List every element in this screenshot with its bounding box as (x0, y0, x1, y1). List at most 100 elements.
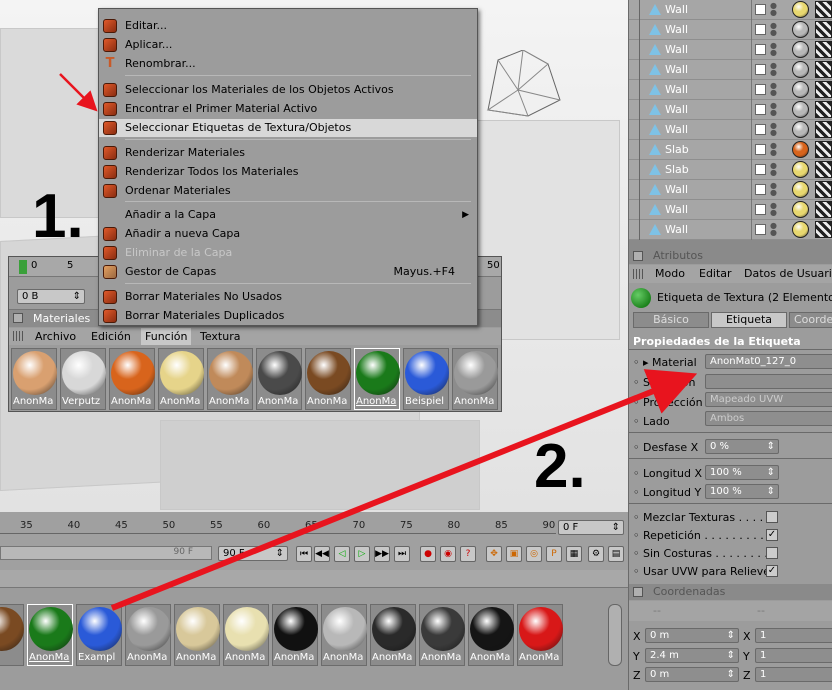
move-key-button[interactable]: ✥ (486, 546, 502, 562)
object-visibility-toggle[interactable] (755, 24, 766, 35)
render-dots-icon[interactable]: ● ● (770, 22, 777, 37)
object-row[interactable]: Wall ● ● (629, 20, 832, 40)
material-swatch[interactable]: AnonMa (419, 604, 465, 666)
material-swatch[interactable]: AnonMa (305, 348, 351, 410)
material-swatch[interactable]: AnonMa (11, 348, 57, 410)
render-dots-icon[interactable]: ● ● (770, 102, 777, 117)
material-swatch[interactable]: AnonMa (109, 348, 155, 410)
material-tag-icon[interactable] (792, 101, 809, 118)
render-dots-icon[interactable]: ● ● (770, 202, 777, 217)
object-row[interactable]: Wall ● ● (629, 220, 832, 240)
object-row[interactable]: Wall ● ● (629, 100, 832, 120)
goto-end-button[interactable]: ⏭ (394, 546, 410, 562)
menu-item-7[interactable]: Renderizar Todos los Materiales (99, 163, 477, 181)
panel-divider[interactable] (629, 240, 832, 248)
object-visibility-toggle[interactable] (755, 164, 766, 175)
param-key-button[interactable]: P (546, 546, 562, 562)
projection-select[interactable]: Mapeado UVW (705, 392, 832, 407)
length-x-field[interactable]: 100 % ⇕ (705, 465, 779, 480)
window-close-icon[interactable] (633, 251, 643, 261)
uvw-tag-icon[interactable] (815, 41, 832, 58)
object-visibility-toggle[interactable] (755, 144, 766, 155)
material-swatch[interactable]: AnonMa (370, 604, 416, 666)
material-tag-icon[interactable] (792, 1, 809, 18)
pla-button[interactable]: ⚙ (588, 546, 604, 562)
rotate-key-button[interactable]: ◎ (526, 546, 542, 562)
autokey-button[interactable]: ◉ (440, 546, 456, 562)
object-row[interactable]: Wall ● ● (629, 0, 832, 20)
object-row[interactable]: Wall ● ● (629, 80, 832, 100)
scale-key-button[interactable]: ▣ (506, 546, 522, 562)
menu-datos-usuario[interactable]: Datos de Usuario (744, 267, 832, 280)
material-swatch[interactable]: AnonMa (174, 604, 220, 666)
current-frame-field[interactable]: 0 F ⇕ (558, 520, 624, 535)
uvw-tag-icon[interactable] (815, 21, 832, 38)
tab-etiqueta[interactable]: Etiqueta (711, 312, 787, 328)
tab-basico[interactable]: Básico (633, 312, 709, 328)
object-row[interactable]: Wall ● ● (629, 180, 832, 200)
material-tag-icon[interactable] (792, 21, 809, 38)
material-tag-icon[interactable] (792, 201, 809, 218)
menu-item-5[interactable]: Seleccionar Etiquetas de Textura/Objetos (99, 119, 477, 137)
material-tag-icon[interactable] (792, 181, 809, 198)
menu-item-10[interactable]: Añadir a nueva Capa (99, 225, 477, 243)
material-tag-icon[interactable] (792, 221, 809, 238)
material-swatch[interactable]: AnonMa (272, 604, 318, 666)
object-row[interactable]: Slab ● ● (629, 140, 832, 160)
object-visibility-toggle[interactable] (755, 184, 766, 195)
material-swatch[interactable]: Verputz (60, 348, 106, 410)
grid-key-button[interactable]: ▦ (566, 546, 582, 562)
mix-textures-checkbox[interactable] (766, 511, 778, 523)
timeline-ruler[interactable]: 35 40 45 50 55 60 65 70 75 80 85 90 (0, 516, 556, 534)
window-close-icon[interactable] (13, 313, 23, 323)
play-back-button[interactable]: ◁ (334, 546, 350, 562)
menu-item-1[interactable]: Aplicar... (99, 36, 477, 54)
material-tag-icon[interactable] (792, 81, 809, 98)
material-swatch[interactable]: Exampl (76, 604, 122, 666)
goto-start-button[interactable]: ⏮ (296, 546, 312, 562)
timeline-range-slider[interactable]: 90 F (0, 546, 212, 560)
material-swatch[interactable] (0, 604, 24, 666)
pos-y-field[interactable]: 2.4 m ⇕ (645, 648, 739, 663)
material-swatch[interactable]: AnonMa (27, 604, 73, 666)
scale-y-field[interactable]: 1 (755, 648, 832, 663)
material-swatch[interactable]: AnonMa (207, 348, 253, 410)
menu-item-0[interactable]: Editar... (99, 17, 477, 35)
menu-archivo[interactable]: Archivo (35, 330, 76, 343)
object-row[interactable]: Slab ● ● (629, 160, 832, 180)
object-visibility-toggle[interactable] (755, 104, 766, 115)
render-dots-icon[interactable]: ● ● (770, 42, 777, 57)
object-visibility-toggle[interactable] (755, 4, 766, 15)
uvw-tag-icon[interactable] (815, 101, 832, 118)
uvw-tag-icon[interactable] (815, 81, 832, 98)
play-button[interactable]: ▷ (354, 546, 370, 562)
seamless-checkbox[interactable] (766, 547, 778, 559)
scale-z-field[interactable]: 1 (755, 667, 832, 682)
material-swatch[interactable]: AnonMa (517, 604, 563, 666)
material-tag-icon[interactable] (792, 41, 809, 58)
pos-z-field[interactable]: 0 m ⇕ (645, 667, 739, 682)
material-field[interactable]: AnonMat0_127_0 (705, 354, 832, 369)
render-dots-icon[interactable]: ● ● (770, 222, 777, 237)
tab-coordenadas[interactable]: Coordenadas (789, 312, 832, 328)
object-visibility-toggle[interactable] (755, 204, 766, 215)
uvw-tag-icon[interactable] (815, 121, 832, 138)
menu-item-11[interactable]: Eliminar de la Capa (99, 244, 477, 262)
material-tag-icon[interactable] (792, 161, 809, 178)
bottom-scrollbar[interactable] (608, 604, 622, 666)
render-dots-icon[interactable]: ● ● (770, 182, 777, 197)
material-swatch[interactable]: AnonMa (256, 348, 302, 410)
menu-textura[interactable]: Textura (200, 330, 240, 343)
frame-marker[interactable] (19, 260, 27, 274)
render-dots-icon[interactable]: ● ● (770, 82, 777, 97)
render-dots-icon[interactable]: ● ● (770, 122, 777, 137)
menu-item-4[interactable]: Encontrar el Primer Material Activo (99, 100, 477, 118)
menu-modo[interactable]: Modo (655, 267, 685, 280)
menu-item-9[interactable]: Añadir a la Capa ▶ (99, 206, 477, 224)
frame-field[interactable]: 0 B ⇕ (17, 289, 85, 304)
menu-item-8[interactable]: Ordenar Materiales (99, 182, 477, 200)
render-dots-icon[interactable]: ● ● (770, 162, 777, 177)
range-end-field[interactable]: 90 F ⇕ (218, 546, 288, 561)
object-row[interactable]: Wall ● ● (629, 120, 832, 140)
material-swatch[interactable]: AnonMa (223, 604, 269, 666)
